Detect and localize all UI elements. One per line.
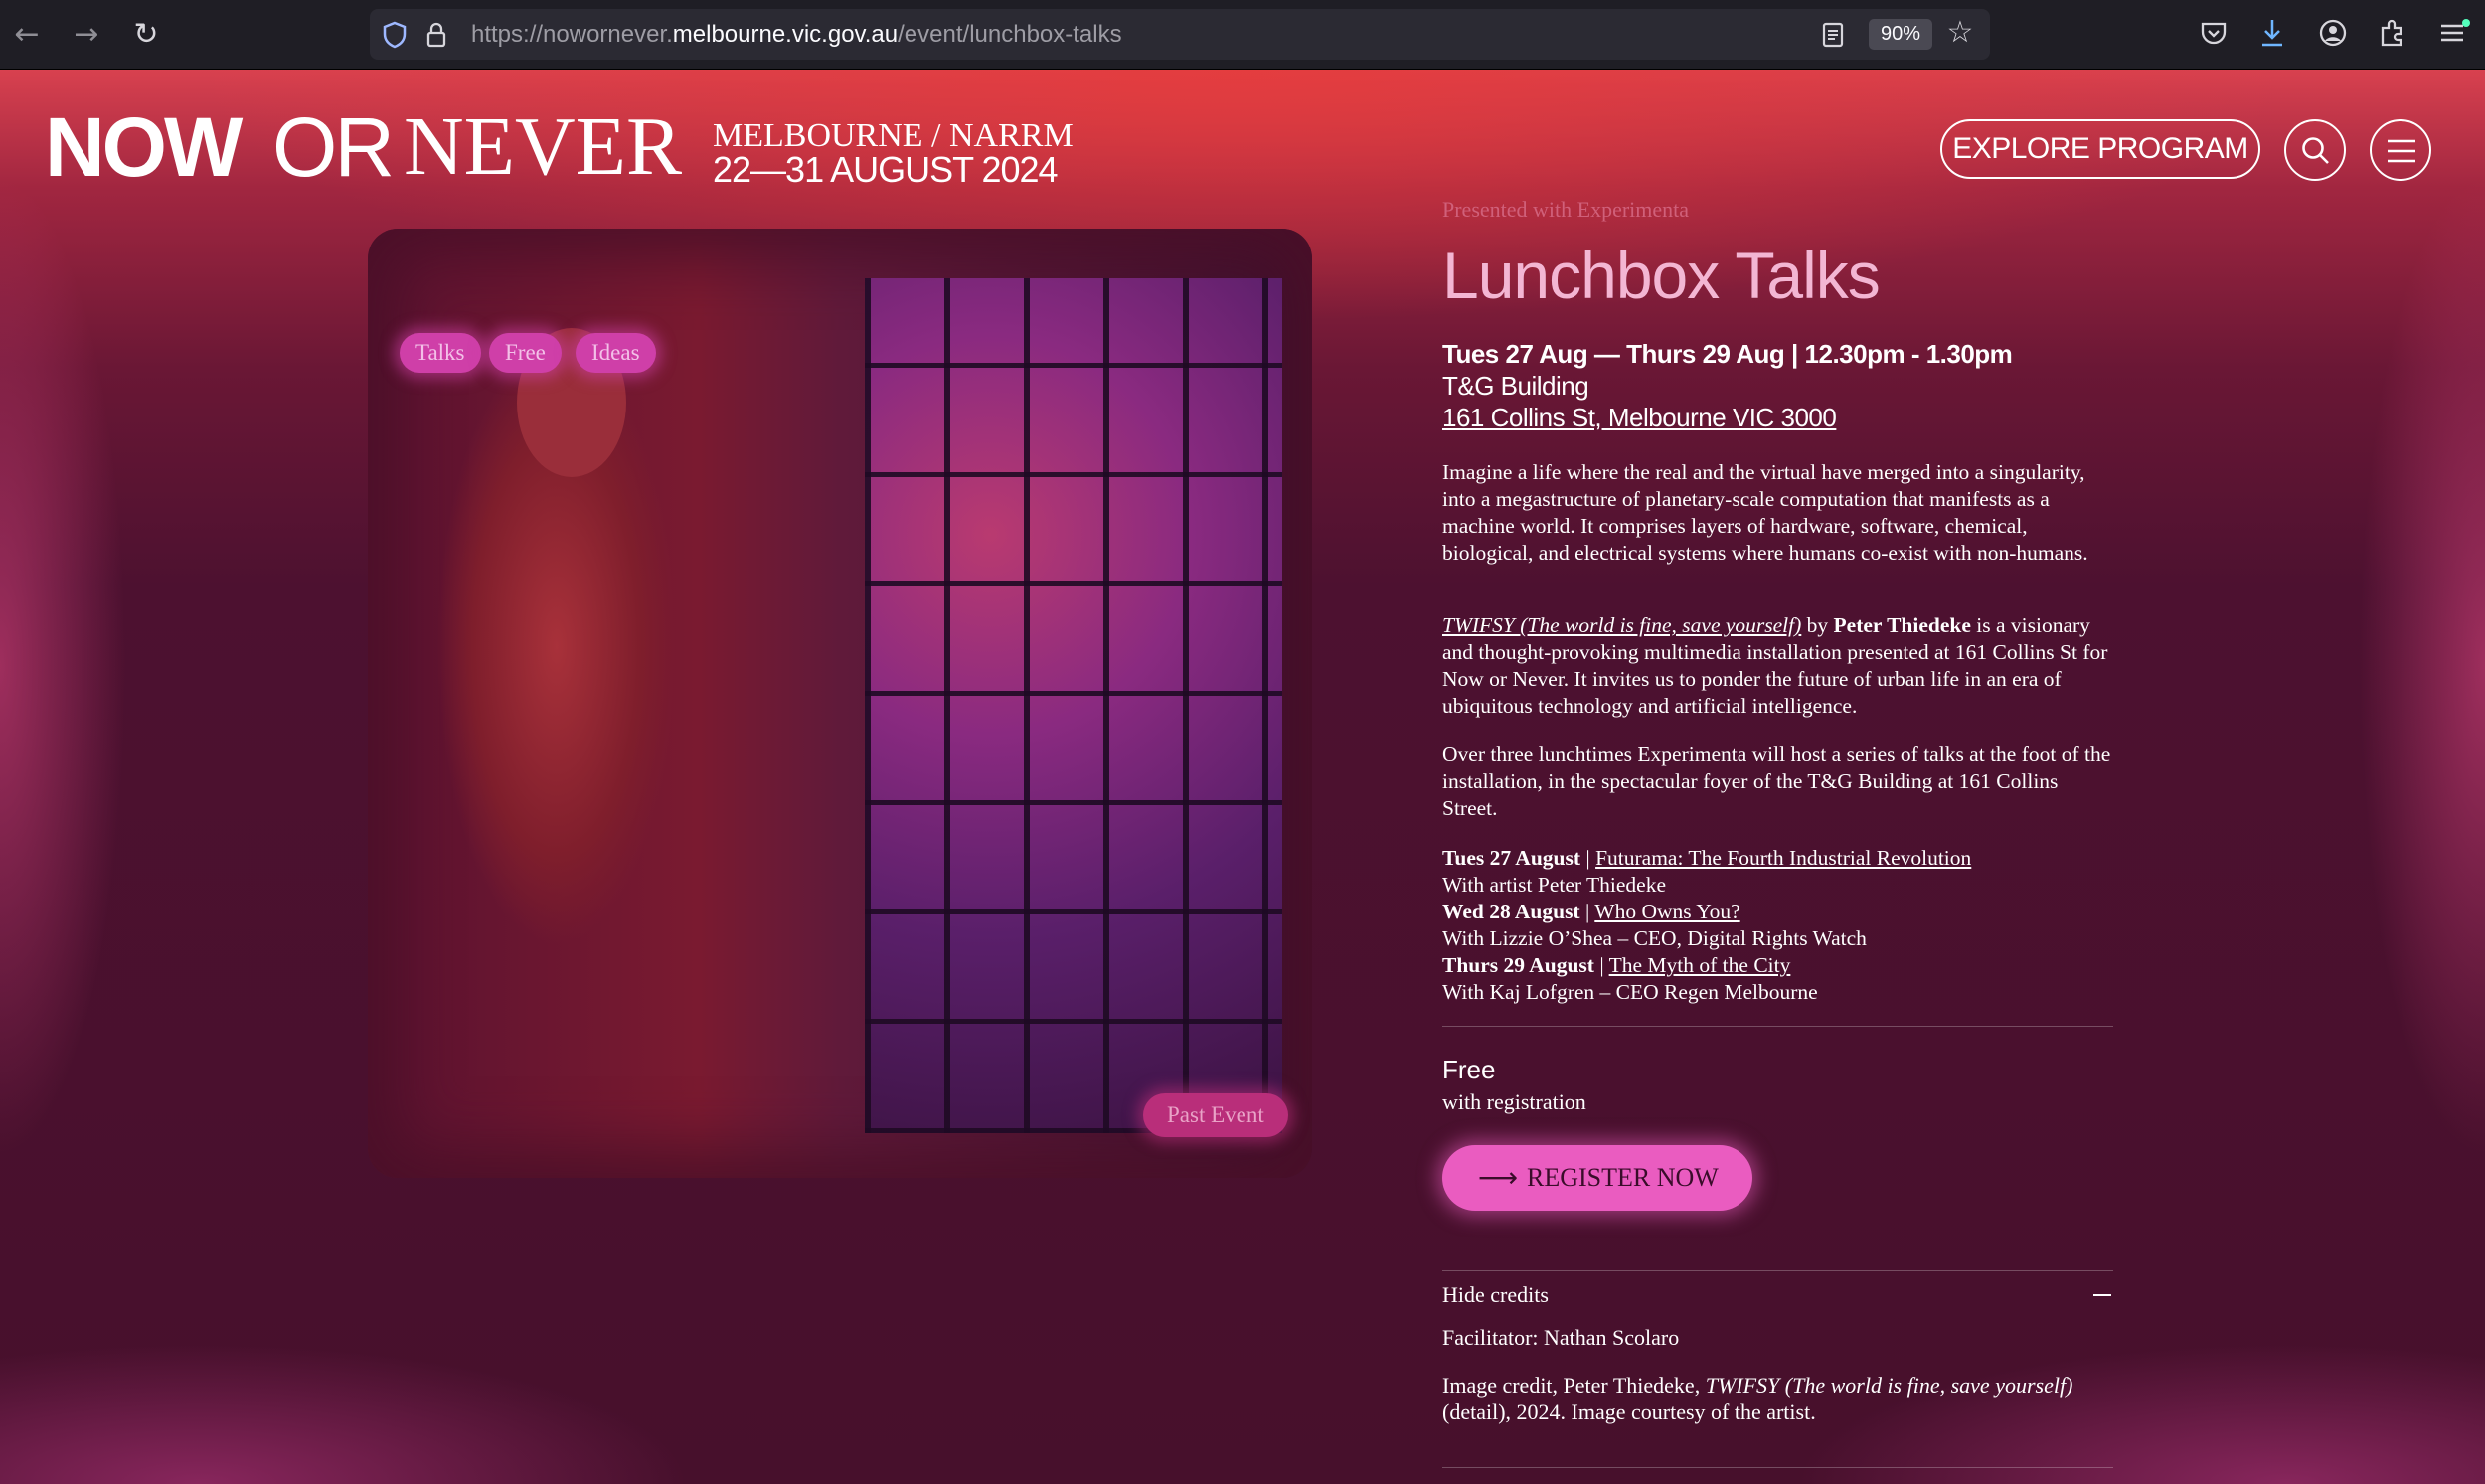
download-icon[interactable] bbox=[2258, 18, 2286, 48]
menu-icon[interactable] bbox=[2437, 18, 2471, 48]
festival-city: MELBOURNE / NARRM bbox=[713, 117, 1074, 154]
back-icon[interactable]: ← bbox=[10, 18, 44, 52]
talk-schedule: Tues 27 August | Futurama: The Fourth In… bbox=[1442, 845, 2113, 1006]
page-title: Lunchbox Talks bbox=[1442, 239, 1881, 312]
event-image: Talks Free Ideas Past Event bbox=[368, 229, 1312, 1178]
address-bar[interactable]: https://nowornever.melbourne.vic.gov.au/… bbox=[370, 9, 1990, 60]
talks-paragraph: Over three lunchtimes Experimenta will h… bbox=[1442, 742, 2111, 820]
schedule-day: Thurs 29 August bbox=[1442, 953, 1594, 977]
intro-paragraph: Imagine a life where the real and the vi… bbox=[1442, 460, 2088, 565]
event-datetime: Tues 27 Aug — Thurs 29 Aug | 12.30pm - 1… bbox=[1442, 339, 2013, 369]
divider bbox=[1442, 1467, 2113, 1468]
schedule-speaker: With artist Peter Thiedeke bbox=[1442, 873, 1667, 897]
reader-icon[interactable] bbox=[1821, 22, 1845, 48]
artist-name: Peter Thiedeke bbox=[1833, 613, 1971, 637]
image-credit: Image credit, Peter Thiedeke, TWIFSY (Th… bbox=[1442, 1373, 2073, 1424]
talk-link[interactable]: Futurama: The Fourth Industrial Revoluti… bbox=[1595, 846, 1971, 870]
arrow-right-icon: ⟶ bbox=[1478, 1161, 1519, 1194]
schedule-speaker: With Lizzie O’Shea – CEO, Digital Rights… bbox=[1442, 926, 1867, 950]
schedule-day: Wed 28 August bbox=[1442, 900, 1580, 923]
pocket-icon[interactable] bbox=[2199, 20, 2229, 48]
hide-credits-toggle[interactable]: Hide credits bbox=[1442, 1282, 2113, 1308]
search-button[interactable] bbox=[2284, 119, 2346, 181]
price-note: with registration bbox=[1442, 1089, 1586, 1114]
schedule-speaker: With Kaj Lofgren – CEO Regen Melbourne bbox=[1442, 980, 1818, 1004]
minus-icon[interactable] bbox=[2093, 1294, 2111, 1296]
page: NOW OR NEVER MELBOURNE / NARRM 22—31 AUG… bbox=[0, 70, 2485, 1484]
divider bbox=[1442, 1026, 2113, 1027]
presented-with: Presented with Experimenta bbox=[1442, 197, 1690, 222]
account-icon[interactable] bbox=[2318, 18, 2348, 48]
hamburger-icon bbox=[2388, 139, 2415, 163]
star-icon[interactable]: ☆ bbox=[1944, 15, 1976, 50]
explore-program-button[interactable]: EXPLORE PROGRAM bbox=[1940, 119, 2260, 179]
lock-icon bbox=[426, 22, 446, 48]
tag-ideas[interactable]: Ideas bbox=[576, 333, 656, 373]
logo-never: NEVER bbox=[404, 100, 682, 193]
search-icon bbox=[2302, 137, 2329, 164]
schedule-item: Wed 28 August | Who Owns You? bbox=[1442, 900, 1740, 923]
price-label: Free bbox=[1442, 1055, 1496, 1084]
register-now-button[interactable]: ⟶ REGISTER NOW bbox=[1442, 1145, 1752, 1211]
divider bbox=[1442, 1270, 2113, 1271]
logo-or: OR bbox=[272, 100, 395, 194]
reload-icon[interactable]: ↻ bbox=[129, 18, 163, 52]
by-text: by bbox=[1801, 613, 1834, 637]
register-label: REGISTER NOW bbox=[1527, 1163, 1719, 1192]
screen-wall-artwork bbox=[865, 278, 1282, 1133]
browser-toolbar: ← → ↻ https://nowornever.melbourne.vic.g… bbox=[0, 0, 2485, 70]
forward-icon[interactable]: → bbox=[70, 18, 103, 52]
event-address-link[interactable]: 161 Collins St, Melbourne VIC 3000 bbox=[1442, 402, 2113, 433]
zoom-indicator[interactable]: 90% bbox=[1869, 19, 1932, 50]
past-event-badge: Past Event bbox=[1143, 1093, 1288, 1137]
shield-icon bbox=[383, 21, 407, 49]
tag-free[interactable]: Free bbox=[489, 333, 562, 373]
url-text: https://nowornever.melbourne.vic.gov.au/… bbox=[471, 21, 1122, 48]
facilitator-credit: Facilitator: Nathan Scolaro bbox=[1442, 1325, 1680, 1350]
artwork-link[interactable]: TWIFSY (The world is fine, save yourself… bbox=[1442, 613, 1801, 637]
extensions-icon[interactable] bbox=[2378, 18, 2407, 48]
schedule-item: Tues 27 August | Futurama: The Fourth In… bbox=[1442, 846, 1972, 870]
menu-button[interactable] bbox=[2370, 119, 2431, 181]
festival-dates: 22—31 AUGUST 2024 bbox=[713, 149, 1059, 190]
event-venue: T&G Building bbox=[1442, 371, 1589, 401]
logo-now: NOW bbox=[45, 100, 243, 194]
talk-link[interactable]: The Myth of the City bbox=[1609, 953, 1791, 977]
talk-link[interactable]: Who Owns You? bbox=[1594, 900, 1740, 923]
tag-talks[interactable]: Talks bbox=[400, 333, 481, 373]
schedule-item: Thurs 29 August | The Myth of the City bbox=[1442, 953, 1791, 977]
schedule-day: Tues 27 August bbox=[1442, 846, 1581, 870]
artwork-paragraph: TWIFSY (The world is fine, save yourself… bbox=[1442, 612, 2113, 720]
